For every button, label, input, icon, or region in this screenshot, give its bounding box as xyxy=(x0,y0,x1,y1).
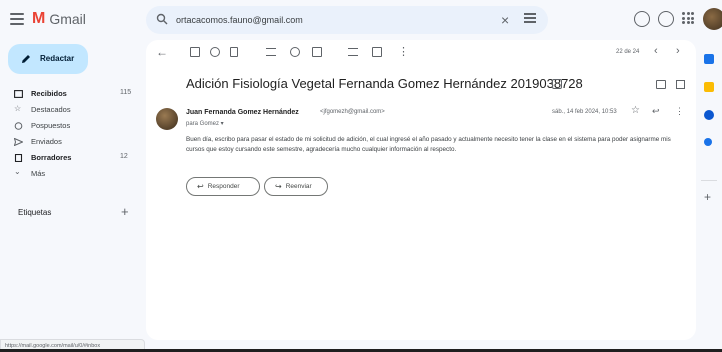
gmail-logo[interactable]: M Gmail xyxy=(32,10,86,28)
account-avatar[interactable] xyxy=(703,8,722,30)
move-to-icon[interactable] xyxy=(348,48,358,56)
more-options-icon[interactable]: ⋮ xyxy=(398,45,409,58)
keep-icon[interactable] xyxy=(704,82,714,92)
tasks-icon[interactable] xyxy=(704,110,714,120)
forward-icon: ↪ xyxy=(275,182,282,191)
older-chevron-icon[interactable]: › xyxy=(676,45,680,57)
settings-gear-icon[interactable] xyxy=(658,11,674,27)
sender-name[interactable]: Juan Fernanda Gomez Hernández xyxy=(186,109,299,116)
gmail-logo-text: Gmail xyxy=(49,11,86,27)
gmail-m-icon: M xyxy=(32,10,46,27)
contacts-icon[interactable] xyxy=(704,138,712,146)
help-icon[interactable] xyxy=(634,11,650,27)
inbox-icon xyxy=(14,90,23,98)
labels-heading: Etiquetas xyxy=(18,208,52,217)
sidebar-item-label: Borradores xyxy=(31,153,72,162)
message-more-icon[interactable]: ⋮ xyxy=(675,106,684,117)
search-input[interactable] xyxy=(176,12,476,28)
main-menu-icon[interactable] xyxy=(10,13,24,25)
top-bar: M Gmail × xyxy=(0,0,722,40)
back-arrow-icon[interactable]: ← xyxy=(156,45,168,59)
sidebar-item-drafts[interactable]: Borradores 12 xyxy=(0,150,140,166)
sidebar-item-more[interactable]: ⌄ Más xyxy=(0,166,140,182)
sidebar-item-count: 12 xyxy=(120,153,128,160)
compose-button[interactable]: Redactar xyxy=(8,44,88,74)
recipient-details[interactable]: para Gomez ▾ xyxy=(186,120,224,127)
email-body: Buen día, escribo para pasar el estado d… xyxy=(186,136,671,153)
label-icon[interactable] xyxy=(372,47,382,57)
get-addons-icon[interactable]: + xyxy=(704,190,711,204)
sender-avatar[interactable] xyxy=(156,108,178,130)
print-icon[interactable] xyxy=(656,80,666,89)
email-date: sáb., 14 feb 2024, 10:53 xyxy=(552,109,617,115)
open-new-window-icon[interactable] xyxy=(676,80,685,89)
sidebar-item-label: Recibidos xyxy=(31,89,67,98)
reply-icon: ↩ xyxy=(197,182,204,191)
sidebar-item-count: 115 xyxy=(120,89,132,96)
add-label-icon[interactable]: + xyxy=(121,204,129,219)
sidebar-item-label: Pospuestos xyxy=(31,121,71,130)
draft-icon xyxy=(14,154,23,162)
archive-icon[interactable] xyxy=(190,47,200,57)
search-options-icon[interactable] xyxy=(524,13,536,25)
sidebar-item-sent[interactable]: Enviados xyxy=(0,134,140,150)
compose-label: Redactar xyxy=(40,54,75,63)
forward-label: Reenviar xyxy=(285,183,312,190)
sidebar: Redactar Recibidos 115 ☆ Destacados Posp… xyxy=(0,40,146,340)
sidebar-item-label: Más xyxy=(31,169,46,178)
snooze-icon[interactable] xyxy=(290,47,300,57)
google-apps-icon[interactable] xyxy=(682,12,694,24)
reply-icon[interactable]: ↩ xyxy=(652,106,660,117)
reply-label: Responder xyxy=(207,183,240,190)
pagination-text: 22 de 24 xyxy=(616,49,640,55)
rail-divider xyxy=(701,180,717,181)
pencil-icon xyxy=(22,55,30,63)
send-icon xyxy=(14,138,23,146)
label-tag-icon[interactable] xyxy=(552,79,562,89)
sidebar-item-inbox[interactable]: Recibidos 115 xyxy=(0,86,140,102)
search-bar[interactable]: × xyxy=(146,6,548,34)
newer-chevron-icon[interactable]: ‹ xyxy=(654,45,658,57)
email-view: ← ⋮ 22 de 24 ‹ › Adición Fisiología Vege… xyxy=(146,40,696,340)
sidebar-item-snoozed[interactable]: Pospuestos xyxy=(0,118,140,134)
star-icon: ☆ xyxy=(14,104,22,113)
forward-button[interactable]: ↪ Reenviar xyxy=(264,177,328,196)
star-icon[interactable]: ☆ xyxy=(631,105,640,116)
sidebar-item-starred[interactable]: ☆ Destacados xyxy=(0,102,140,118)
add-to-tasks-icon[interactable] xyxy=(312,47,322,57)
side-panel-rail: + xyxy=(696,40,722,340)
report-spam-icon[interactable] xyxy=(210,47,220,57)
clear-search-icon[interactable]: × xyxy=(501,12,509,28)
sidebar-item-label: Enviados xyxy=(31,137,62,146)
sidebar-item-label: Destacados xyxy=(31,105,71,114)
mark-unread-icon[interactable] xyxy=(266,48,276,56)
sender-email: <jfgomezh@gmail.com> xyxy=(320,109,385,115)
chevron-down-icon: ⌄ xyxy=(14,167,21,176)
email-subject: Adición Fisiología Vegetal Fernanda Gome… xyxy=(186,76,583,91)
delete-icon[interactable] xyxy=(230,47,238,57)
search-icon[interactable] xyxy=(156,13,168,25)
reply-button[interactable]: ↩ Responder xyxy=(186,177,260,196)
calendar-icon[interactable] xyxy=(704,54,714,64)
clock-icon xyxy=(14,122,23,130)
